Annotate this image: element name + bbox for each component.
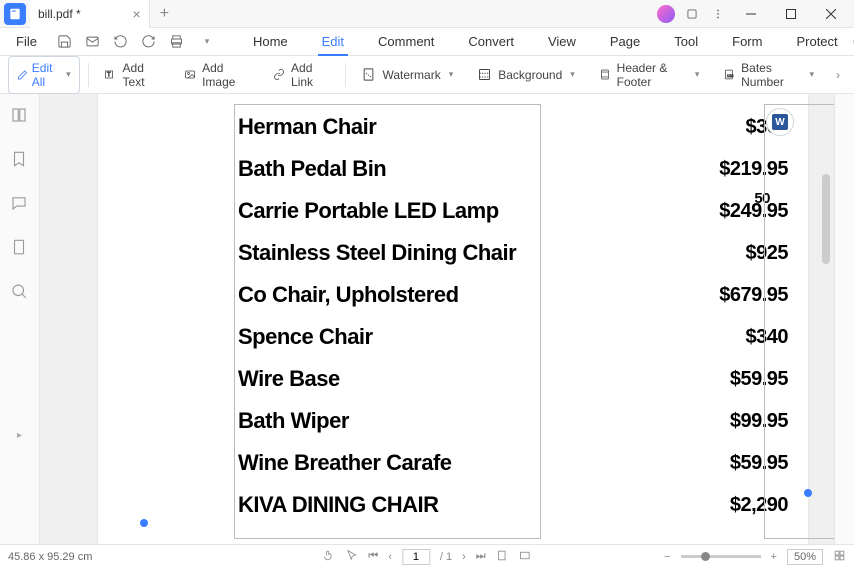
add-text-label: Add Text [123,61,160,89]
print-icon[interactable] [165,30,189,54]
app-logo-icon [4,3,26,25]
search-panel-icon[interactable] [10,282,30,302]
notifications-icon[interactable] [680,2,704,26]
bookmarks-icon[interactable] [10,150,30,170]
toolbar-overflow-icon[interactable]: › [830,68,846,82]
tab-edit[interactable]: Edit [308,28,358,56]
tab-comment[interactable]: Comment [364,28,448,56]
side-expand-icon[interactable]: ▸ [17,430,22,441]
fit-page-icon[interactable] [519,549,532,565]
attachments-icon[interactable] [10,238,30,258]
redo-icon[interactable] [137,30,161,54]
add-text-button[interactable]: T Add Text [96,57,168,93]
svg-text:123: 123 [727,73,734,78]
background-button[interactable]: Background ▾ [469,63,583,86]
fit-width-icon[interactable] [496,549,509,565]
undo-icon[interactable] [109,30,133,54]
save-icon[interactable] [53,30,77,54]
add-link-label: Add Link [291,61,329,89]
tab-close-icon[interactable]: × [133,6,141,22]
page-handle-left[interactable] [140,519,148,527]
tab-tool[interactable]: Tool [660,28,712,56]
kebab-menu-icon[interactable] [706,2,730,26]
page-dimensions: 45.86 x 95.29 cm [8,551,92,563]
tab-home[interactable]: Home [239,28,302,56]
tab-convert[interactable]: Convert [454,28,528,56]
file-menu[interactable]: File [4,34,49,49]
page-total: / 1 [440,551,452,563]
add-image-button[interactable]: Add Image [176,57,257,93]
prev-page-icon[interactable]: ‹ [388,551,392,563]
zoom-out-icon[interactable]: − [664,551,670,563]
zoom-percentage[interactable]: 50% [787,549,823,565]
tab-title: bill.pdf * [38,7,81,21]
watermark-button[interactable]: Watermark ▾ [353,63,461,86]
select-tool-icon[interactable] [345,549,358,565]
text-edit-frame-right[interactable] [764,104,834,539]
svg-text:T: T [107,73,111,79]
watermark-label: Watermark [382,68,440,82]
new-tab-button[interactable]: + [150,5,179,23]
tab-view[interactable]: View [534,28,590,56]
zoom-in-icon[interactable]: + [771,551,777,563]
document-canvas[interactable]: Herman Chair$365Bath Pedal Bin$219.95Car… [40,94,834,544]
right-mini-panel [834,94,854,544]
header-footer-label: Header & Footer [617,61,687,89]
close-window-button[interactable] [812,0,850,28]
zoom-slider[interactable] [681,555,761,558]
tab-protect[interactable]: Protect [782,28,851,56]
tab-form[interactable]: Form [718,28,776,56]
edit-all-button[interactable]: Edit All ▾ [8,56,80,94]
last-page-icon[interactable]: ⏭ [476,550,486,563]
fullscreen-icon[interactable] [833,549,846,565]
side-panel: ▸ [0,94,40,544]
add-link-button[interactable]: Add Link [265,57,337,93]
hand-tool-icon[interactable] [322,549,335,565]
add-image-label: Add Image [202,61,249,89]
pdf-page: Herman Chair$365Bath Pedal Bin$219.95Car… [98,94,808,544]
background-label: Background [498,68,562,82]
edit-all-label: Edit All [32,61,60,89]
next-page-icon[interactable]: › [462,551,466,563]
thumbnails-icon[interactable] [10,106,30,126]
ai-assistant-icon[interactable] [654,2,678,26]
mail-icon[interactable] [81,30,105,54]
document-tab[interactable]: bill.pdf * × [30,0,150,28]
tab-page[interactable]: Page [596,28,654,56]
header-footer-button[interactable]: Header & Footer ▾ [591,57,708,93]
bates-number-button[interactable]: 123 Bates Number ▾ [715,57,822,93]
text-edit-frame-left[interactable] [234,104,541,539]
comments-icon[interactable] [10,194,30,214]
page-number-input[interactable] [402,549,430,565]
first-page-icon[interactable]: ⏮ [368,550,378,563]
maximize-button[interactable] [772,0,810,28]
minimize-button[interactable] [732,0,770,28]
qa-dropdown-icon[interactable]: ▾ [195,30,219,54]
bates-number-label: Bates Number [741,61,801,89]
